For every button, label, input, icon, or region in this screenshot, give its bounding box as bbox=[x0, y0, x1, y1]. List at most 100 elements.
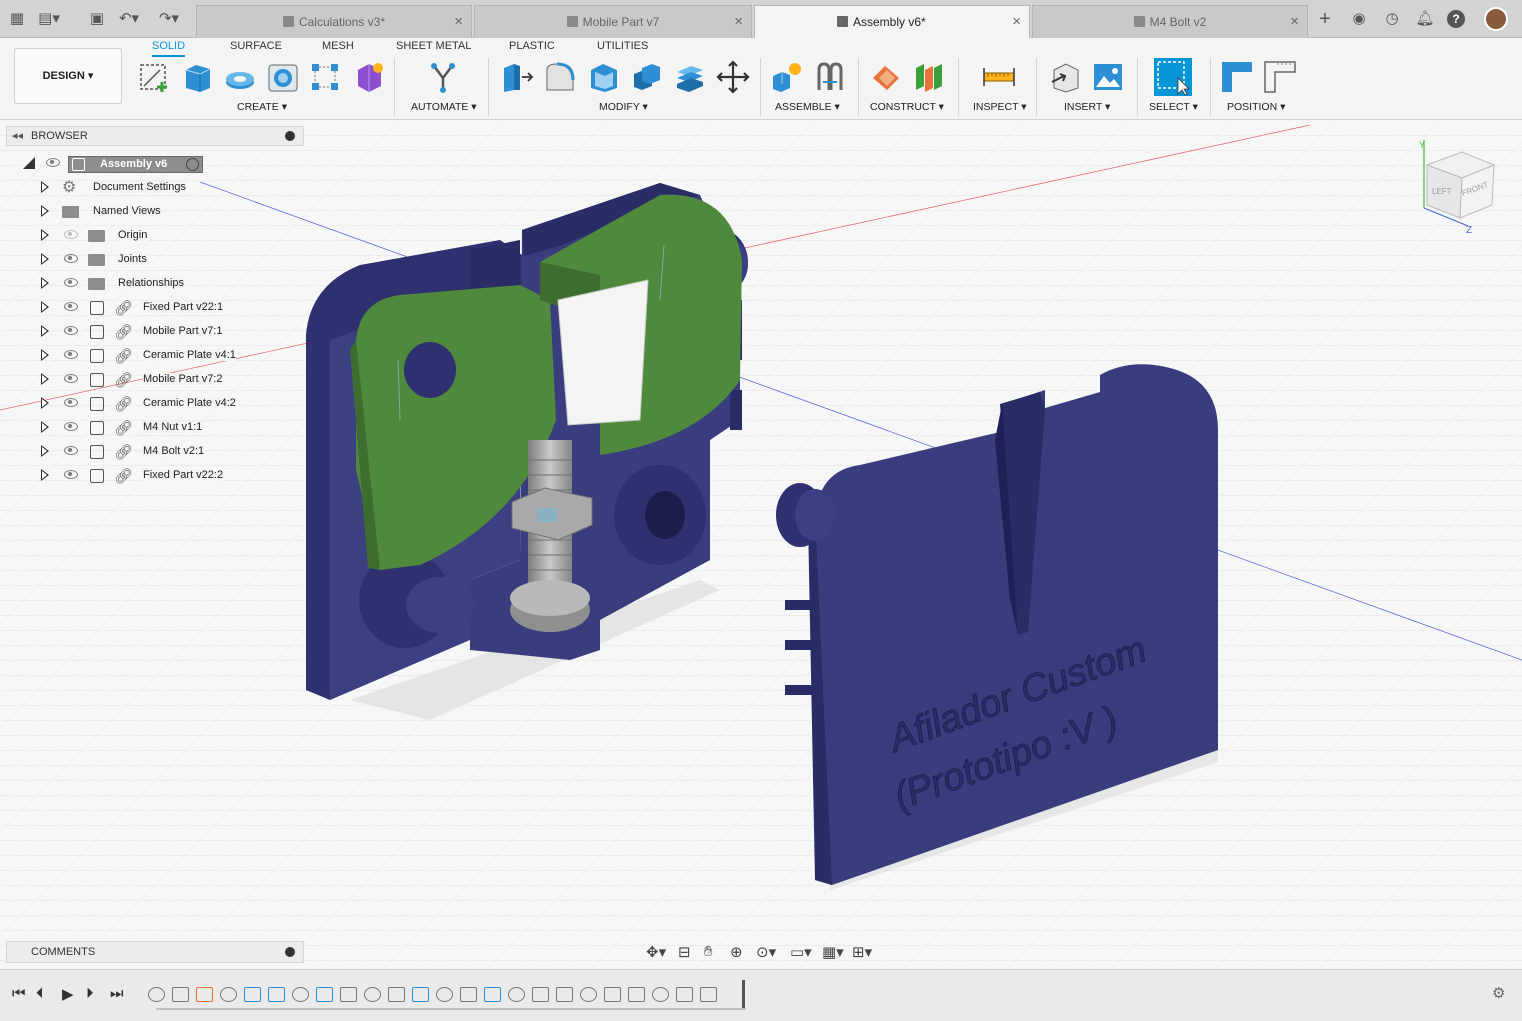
eye-icon[interactable] bbox=[64, 302, 78, 311]
zoom-icon[interactable]: ⊕ bbox=[730, 943, 743, 961]
timeline-feature-icon[interactable] bbox=[388, 987, 405, 1002]
automate-menu[interactable]: AUTOMATE ▾ bbox=[411, 101, 477, 113]
measure-icon[interactable] bbox=[982, 60, 1016, 94]
construct-menu[interactable]: CONSTRUCT ▾ bbox=[870, 101, 944, 113]
eye-icon[interactable] bbox=[46, 158, 60, 167]
timeline-feature-icon[interactable] bbox=[364, 987, 381, 1002]
browser-item[interactable]: 🔗︎ Fixed Part v22:2 bbox=[6, 465, 306, 487]
browser-item[interactable]: 🔗︎ Mobile Part v7:2 bbox=[6, 369, 306, 391]
go-to-start-icon[interactable]: ⏮︎ bbox=[12, 985, 26, 1002]
press-pull-icon[interactable] bbox=[500, 60, 534, 94]
comments-panel[interactable]: COMMENTS bbox=[6, 941, 304, 963]
expand-icon[interactable] bbox=[41, 373, 49, 385]
go-to-end-icon[interactable]: ⏭︎ bbox=[110, 985, 124, 1002]
tab-sheet-metal[interactable]: SHEET METAL bbox=[396, 40, 471, 52]
tab-solid[interactable]: SOLID bbox=[152, 40, 186, 57]
collapse-icon[interactable] bbox=[23, 157, 35, 169]
avatar[interactable] bbox=[1484, 7, 1508, 31]
combine-icon[interactable] bbox=[630, 60, 664, 94]
create-form-icon[interactable] bbox=[352, 60, 386, 94]
app-grid-icon[interactable]: ▦ bbox=[6, 8, 28, 30]
eye-icon[interactable] bbox=[64, 398, 78, 407]
pattern-icon[interactable] bbox=[308, 60, 342, 94]
browser-item[interactable]: 🔗︎ M4 Nut v1:1 bbox=[6, 417, 306, 439]
timeline-feature-icon[interactable] bbox=[412, 987, 429, 1002]
timeline-feature-icon[interactable] bbox=[196, 987, 213, 1002]
eye-icon[interactable] bbox=[64, 254, 78, 263]
eye-icon[interactable] bbox=[64, 230, 78, 239]
position-menu[interactable]: POSITION ▾ bbox=[1227, 101, 1285, 113]
timeline-feature-icon[interactable] bbox=[340, 987, 357, 1002]
help-icon[interactable]: ? bbox=[1447, 10, 1465, 28]
browser-root-assembly[interactable]: Assembly v6 bbox=[6, 153, 306, 175]
browser-item[interactable]: 🔗︎ M4 Bolt v2:1 bbox=[6, 441, 306, 463]
tab-plastic[interactable]: PLASTIC bbox=[509, 40, 555, 52]
collapse-panel-icon[interactable]: ◂◂ bbox=[12, 129, 23, 142]
expand-icon[interactable] bbox=[41, 445, 49, 457]
viewports-icon[interactable]: ⊞▾ bbox=[852, 943, 872, 961]
timeline-feature-icon[interactable] bbox=[556, 987, 573, 1002]
extrude-icon[interactable] bbox=[180, 60, 214, 94]
revert-position-icon[interactable] bbox=[1263, 60, 1297, 94]
new-tab-icon[interactable]: + bbox=[1314, 8, 1336, 30]
expand-icon[interactable] bbox=[41, 181, 49, 193]
capture-position-icon[interactable] bbox=[1220, 60, 1254, 94]
expand-icon[interactable] bbox=[41, 325, 49, 337]
close-icon[interactable]: × bbox=[454, 13, 463, 30]
expand-icon[interactable] bbox=[41, 277, 49, 289]
step-back-icon[interactable]: ⏴︎ bbox=[36, 985, 44, 1002]
eye-icon[interactable] bbox=[64, 446, 78, 455]
insert-canvas-icon[interactable] bbox=[1091, 60, 1125, 94]
play-icon[interactable]: ▶ bbox=[62, 985, 74, 1003]
tab-assembly[interactable]: Assembly v6* × bbox=[754, 5, 1030, 39]
extensions-icon[interactable]: ◉ bbox=[1348, 8, 1370, 30]
timeline-feature-icon[interactable] bbox=[436, 987, 453, 1002]
expand-icon[interactable] bbox=[41, 229, 49, 241]
select-icon[interactable] bbox=[1154, 58, 1192, 96]
select-menu[interactable]: SELECT ▾ bbox=[1149, 101, 1198, 113]
eye-icon[interactable] bbox=[64, 374, 78, 383]
timeline-feature-icon[interactable] bbox=[244, 987, 261, 1002]
tab-calculations[interactable]: Calculations v3* × bbox=[196, 5, 472, 38]
timeline-feature-icon[interactable] bbox=[580, 987, 597, 1002]
timeline-settings-gear-icon[interactable]: ⚙︎ bbox=[1492, 984, 1505, 1002]
revolve-icon[interactable] bbox=[223, 60, 257, 94]
browser-item[interactable]: Relationships bbox=[6, 273, 306, 295]
automate-icon[interactable] bbox=[426, 60, 460, 94]
timeline-feature-icon[interactable] bbox=[484, 987, 501, 1002]
expand-icon[interactable] bbox=[41, 349, 49, 361]
look-at-icon[interactable]: ⊟ bbox=[678, 943, 691, 961]
timeline-feature-icon[interactable] bbox=[460, 987, 477, 1002]
timeline-feature-icon[interactable] bbox=[508, 987, 525, 1002]
step-forward-icon[interactable]: ⏵︎ bbox=[86, 985, 94, 1002]
midplane-icon[interactable] bbox=[912, 60, 946, 94]
timeline-marker[interactable] bbox=[742, 980, 745, 1010]
save-icon[interactable]: ▣ bbox=[86, 8, 108, 30]
offset-face-icon[interactable] bbox=[673, 60, 707, 94]
close-icon[interactable]: × bbox=[1012, 13, 1021, 30]
browser-item[interactable]: 🔗︎ Fixed Part v22:1 bbox=[6, 297, 306, 319]
new-component-icon[interactable] bbox=[770, 60, 804, 94]
plus-circle-icon[interactable] bbox=[285, 947, 295, 957]
browser-item[interactable]: Origin bbox=[6, 225, 306, 247]
eye-icon[interactable] bbox=[64, 350, 78, 359]
timeline-feature-icon[interactable] bbox=[628, 987, 645, 1002]
create-menu[interactable]: CREATE ▾ bbox=[237, 101, 287, 113]
close-icon[interactable]: × bbox=[734, 13, 743, 30]
browser-item[interactable]: 🔗︎ Ceramic Plate v4:2 bbox=[6, 393, 306, 415]
shell-icon[interactable] bbox=[587, 60, 621, 94]
assemble-menu[interactable]: ASSEMBLE ▾ bbox=[775, 101, 840, 113]
workspace-switcher-button[interactable]: DESIGN ▾ bbox=[14, 48, 122, 104]
activate-radio-icon[interactable] bbox=[186, 158, 199, 171]
move-copy-icon[interactable] bbox=[716, 60, 750, 94]
undo-icon[interactable]: ↶▾ bbox=[118, 8, 140, 30]
grid-settings-icon[interactable]: ▦▾ bbox=[822, 943, 844, 961]
pan-icon[interactable]: ✋︎ bbox=[704, 943, 713, 960]
timeline-feature-icon[interactable] bbox=[676, 987, 693, 1002]
modify-menu[interactable]: MODIFY ▾ bbox=[599, 101, 648, 113]
expand-icon[interactable] bbox=[41, 397, 49, 409]
offset-plane-icon[interactable] bbox=[869, 60, 903, 94]
redo-icon[interactable]: ↷▾ bbox=[158, 8, 180, 30]
expand-icon[interactable] bbox=[41, 301, 49, 313]
browser-header[interactable]: ◂◂ BROWSER bbox=[6, 126, 304, 146]
